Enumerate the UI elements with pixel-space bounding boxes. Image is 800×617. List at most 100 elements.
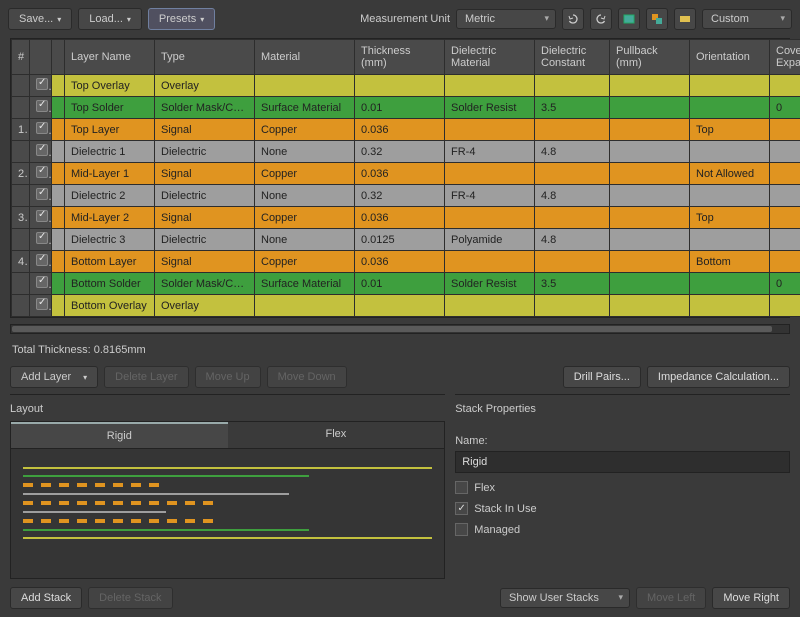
- cell[interactable]: None: [255, 141, 355, 163]
- cell[interactable]: [770, 295, 800, 317]
- cell[interactable]: Dielectric 1: [65, 141, 155, 163]
- row-check-icon[interactable]: [36, 166, 48, 178]
- cell[interactable]: Surface Material: [255, 97, 355, 119]
- table-row[interactable]: Bottom OverlayOverlay: [12, 295, 800, 317]
- row-check-icon[interactable]: [36, 78, 48, 90]
- cell[interactable]: [52, 295, 65, 317]
- cell[interactable]: [535, 251, 610, 273]
- cell[interactable]: [52, 163, 65, 185]
- cell[interactable]: [30, 97, 52, 119]
- cell[interactable]: [30, 207, 52, 229]
- cell[interactable]: [30, 185, 52, 207]
- cell[interactable]: [445, 75, 535, 97]
- cell[interactable]: Bottom: [690, 251, 770, 273]
- cell[interactable]: [535, 163, 610, 185]
- table-row[interactable]: 3Mid-Layer 2SignalCopper0.036Top: [12, 207, 800, 229]
- row-check-icon[interactable]: [36, 122, 48, 134]
- cell[interactable]: Overlay: [155, 75, 255, 97]
- cell[interactable]: [770, 75, 800, 97]
- row-check-icon[interactable]: [36, 254, 48, 266]
- row-check-icon[interactable]: [36, 144, 48, 156]
- table-row[interactable]: Dielectric 2DielectricNone0.32FR-44.8: [12, 185, 800, 207]
- cell[interactable]: Top: [690, 119, 770, 141]
- cell[interactable]: [690, 75, 770, 97]
- cell[interactable]: [610, 295, 690, 317]
- cell[interactable]: Bottom Solder: [65, 273, 155, 295]
- cell[interactable]: Dielectric: [155, 185, 255, 207]
- cell[interactable]: 0.036: [355, 119, 445, 141]
- add-layer-button[interactable]: Add Layer▾: [10, 366, 98, 388]
- move-up-button[interactable]: Move Up: [195, 366, 261, 388]
- cell[interactable]: [12, 185, 30, 207]
- cell[interactable]: [355, 75, 445, 97]
- row-check-icon[interactable]: [36, 100, 48, 112]
- cell[interactable]: Signal: [155, 119, 255, 141]
- cell[interactable]: [52, 119, 65, 141]
- col-header[interactable]: #: [12, 40, 30, 75]
- col-header[interactable]: Dielectric Constant: [535, 40, 610, 75]
- cell[interactable]: [12, 273, 30, 295]
- cell[interactable]: [690, 229, 770, 251]
- cell[interactable]: 3.5: [535, 97, 610, 119]
- cell[interactable]: Solder Resist: [445, 97, 535, 119]
- row-check-icon[interactable]: [36, 298, 48, 310]
- tool1-icon[interactable]: [618, 8, 640, 30]
- cell[interactable]: 2: [12, 163, 30, 185]
- col-header[interactable]: Material: [255, 40, 355, 75]
- cell[interactable]: [770, 207, 800, 229]
- cell[interactable]: Mid-Layer 1: [65, 163, 155, 185]
- row-check-icon[interactable]: [36, 188, 48, 200]
- show-stacks-select[interactable]: Show User Stacks: [500, 588, 630, 608]
- table-row[interactable]: 4Bottom LayerSignalCopper0.036Bottom: [12, 251, 800, 273]
- cell[interactable]: [52, 207, 65, 229]
- cell[interactable]: 0: [770, 97, 800, 119]
- cell[interactable]: 4.8: [535, 229, 610, 251]
- presets-button[interactable]: Presets▾: [148, 8, 215, 30]
- row-check-icon[interactable]: [36, 276, 48, 288]
- cell[interactable]: 0.01: [355, 273, 445, 295]
- cell[interactable]: [30, 295, 52, 317]
- save-button[interactable]: Save...▾: [8, 8, 72, 30]
- cell[interactable]: 3: [12, 207, 30, 229]
- load-button[interactable]: Load...▾: [78, 8, 142, 30]
- cell[interactable]: [30, 273, 52, 295]
- tab-flex[interactable]: Flex: [228, 422, 445, 448]
- tool2-icon[interactable]: [646, 8, 668, 30]
- cell[interactable]: [12, 75, 30, 97]
- impedance-button[interactable]: Impedance Calculation...: [647, 366, 790, 388]
- undo-icon[interactable]: [562, 8, 584, 30]
- cell[interactable]: [610, 229, 690, 251]
- move-down-button[interactable]: Move Down: [267, 366, 347, 388]
- move-right-button[interactable]: Move Right: [712, 587, 790, 609]
- table-row[interactable]: 1Top LayerSignalCopper0.036Top: [12, 119, 800, 141]
- cell[interactable]: [12, 97, 30, 119]
- add-stack-button[interactable]: Add Stack: [10, 587, 82, 609]
- cell[interactable]: [12, 141, 30, 163]
- cell[interactable]: 4.8: [535, 141, 610, 163]
- cell[interactable]: [30, 119, 52, 141]
- cell[interactable]: [445, 119, 535, 141]
- cell[interactable]: [445, 207, 535, 229]
- cell[interactable]: 0.32: [355, 141, 445, 163]
- cell[interactable]: Copper: [255, 207, 355, 229]
- cell[interactable]: Bottom Overlay: [65, 295, 155, 317]
- col-header[interactable]: [52, 40, 65, 75]
- cell[interactable]: [690, 185, 770, 207]
- cell[interactable]: [535, 295, 610, 317]
- cell[interactable]: [610, 97, 690, 119]
- cell[interactable]: Overlay: [155, 295, 255, 317]
- cell[interactable]: [12, 295, 30, 317]
- cell[interactable]: [445, 251, 535, 273]
- cell[interactable]: [770, 163, 800, 185]
- redo-icon[interactable]: [590, 8, 612, 30]
- col-header[interactable]: Layer Name: [65, 40, 155, 75]
- cell[interactable]: 1: [12, 119, 30, 141]
- cell[interactable]: FR-4: [445, 141, 535, 163]
- tool3-icon[interactable]: [674, 8, 696, 30]
- cell[interactable]: Surface Material: [255, 273, 355, 295]
- cell[interactable]: Dielectric 2: [65, 185, 155, 207]
- cell[interactable]: Signal: [155, 163, 255, 185]
- col-header[interactable]: Orientation: [690, 40, 770, 75]
- cell[interactable]: 0: [770, 273, 800, 295]
- cell[interactable]: [610, 119, 690, 141]
